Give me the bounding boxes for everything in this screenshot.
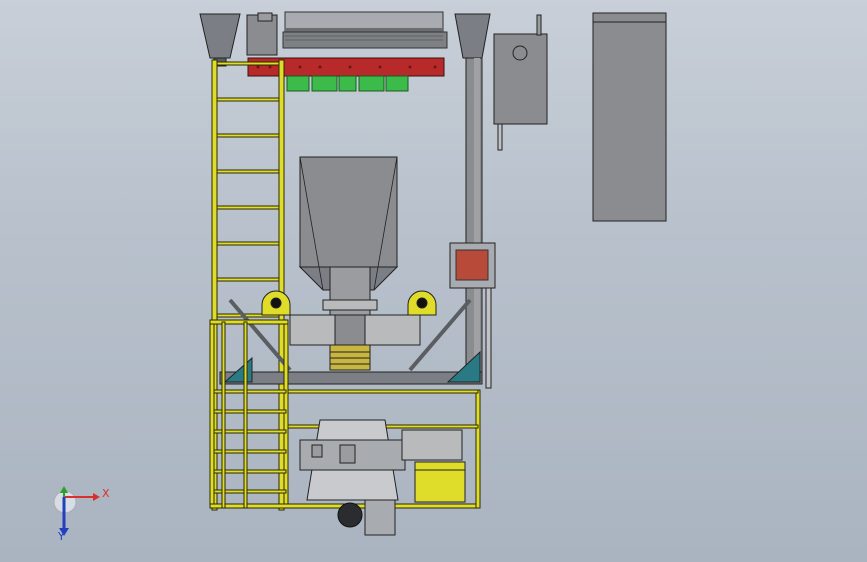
left-motor: [261, 290, 291, 316]
x-axis-label: X: [102, 487, 110, 500]
y-axis-label: Y: [58, 530, 65, 543]
machine-assembly-model[interactable]: [0, 0, 867, 562]
lower-motor: [337, 502, 363, 528]
green-blocks: [286, 75, 409, 92]
cad-viewport[interactable]: X Y: [0, 0, 867, 562]
control-cabinet: [493, 33, 548, 125]
red-beam: [247, 57, 445, 77]
left-gusset: [223, 356, 253, 383]
central-silo: [299, 156, 398, 268]
left-hopper: [199, 13, 241, 59]
electrical-panel: [592, 12, 667, 222]
platform-deck: [219, 371, 483, 385]
right-gusset: [446, 350, 481, 383]
right-hopper: [454, 13, 491, 59]
right-motor: [407, 290, 437, 316]
gearbox: [414, 461, 466, 503]
